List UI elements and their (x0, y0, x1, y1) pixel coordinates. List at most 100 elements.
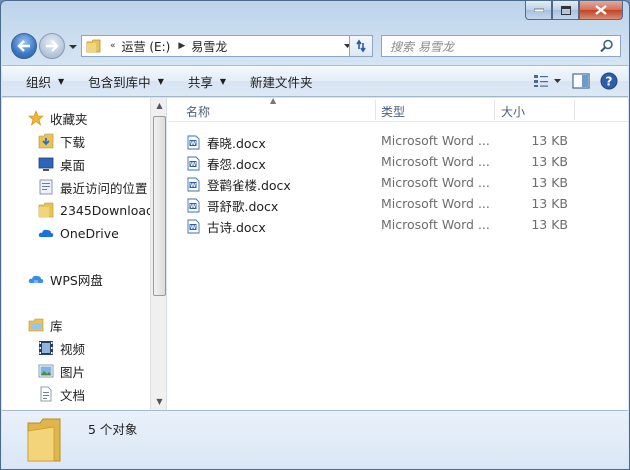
forward-button[interactable] (39, 33, 65, 59)
nav-2345downloads[interactable]: 2345Downloads (38, 200, 160, 220)
nav-favorites[interactable]: 收藏夹 (28, 108, 88, 128)
file-row[interactable]: W 登鹳雀楼.docx Microsoft Word ... 13 KB (168, 172, 628, 193)
nav-onedrive-label: OneDrive (60, 225, 119, 241)
include-in-library-menu[interactable]: 包含到库中 ▼ (88, 72, 164, 91)
file-name-cell: W 春晓.docx (186, 133, 266, 152)
file-type: Microsoft Word ... (381, 175, 490, 190)
scroll-thumb[interactable] (153, 116, 166, 296)
maximize-button[interactable] (552, 1, 579, 20)
caption-buttons (525, 1, 623, 21)
sort-ascending-icon: ▲ (270, 96, 277, 105)
folder-icon (86, 39, 101, 53)
video-icon (38, 340, 54, 356)
svg-text:W: W (190, 225, 196, 231)
view-dropdown-icon[interactable] (553, 77, 562, 85)
pictures-icon (38, 363, 54, 379)
svg-text:W: W (190, 204, 196, 210)
file-name: 登鹳雀楼.docx (207, 178, 291, 193)
navigation-pane[interactable]: 收藏夹 下载 桌面 最近访问的位置 2345Downloads OneDrive (2, 98, 167, 410)
share-menu[interactable]: 共享 ▼ (188, 72, 226, 91)
svg-text:W: W (190, 141, 196, 147)
close-button[interactable] (579, 1, 623, 20)
word-document-icon: W (187, 156, 200, 171)
nav-downloads-label: 下载 (60, 134, 86, 150)
svg-text:?: ? (606, 75, 613, 89)
file-name: 古诗.docx (207, 220, 266, 235)
file-type: Microsoft Word ... (381, 196, 490, 211)
onedrive-cloud-icon (38, 225, 54, 241)
column-header-type[interactable]: 类型 (381, 103, 405, 120)
recent-places-icon (38, 179, 54, 195)
view-controls: ? (523, 72, 618, 90)
nav-libraries[interactable]: 库 (28, 315, 63, 335)
star-icon (28, 110, 44, 126)
word-document-icon: W (187, 219, 200, 234)
file-name-cell: W 古诗.docx (186, 217, 266, 236)
wps-cloud-icon (28, 271, 44, 287)
file-size: 13 KB (531, 217, 568, 232)
column-divider[interactable] (494, 100, 495, 120)
column-header-size[interactable]: 大小 (501, 103, 525, 120)
preview-pane-icon[interactable] (572, 73, 590, 89)
command-bar: 组织 ▼ 包含到库中 ▼ 共享 ▼ 新建文件夹 ? (2, 65, 628, 97)
new-folder-button[interactable]: 新建文件夹 (250, 72, 313, 91)
dropdown-arrow-icon: ▼ (58, 76, 65, 86)
column-header-name[interactable]: 名称 (186, 103, 210, 120)
view-options-icon[interactable] (533, 74, 549, 88)
column-divider[interactable] (574, 100, 575, 120)
file-name: 春怨.docx (207, 157, 266, 172)
nav-desktop[interactable]: 桌面 (38, 154, 85, 174)
minimize-button[interactable] (525, 1, 552, 20)
nav-recent-places[interactable]: 最近访问的位置 (38, 177, 148, 197)
nav-libraries-label: 库 (50, 318, 63, 334)
column-header-row: ▲ 名称 类型 大小 (168, 96, 628, 122)
back-arrow-icon (17, 40, 30, 52)
file-size: 13 KB (531, 196, 568, 211)
nav-documents[interactable]: 文档 (38, 384, 85, 404)
help-icon[interactable]: ? (600, 72, 618, 90)
column-divider[interactable] (375, 100, 376, 120)
breadcrumb-separator-icon[interactable]: ▶ (178, 41, 185, 51)
back-button[interactable] (11, 33, 37, 59)
file-row[interactable]: W 古诗.docx Microsoft Word ... 13 KB (168, 214, 628, 235)
file-row[interactable]: W 春晓.docx Microsoft Word ... 13 KB (168, 130, 628, 151)
recent-pages-dropdown-icon[interactable] (68, 42, 78, 52)
nav-videos[interactable]: 视频 (38, 338, 85, 358)
scroll-down-icon[interactable]: ▼ (153, 396, 166, 408)
nav-pane-scrollbar[interactable]: ▲ ▼ (150, 98, 166, 410)
file-row[interactable]: W 哥舒歌.docx Microsoft Word ... 13 KB (168, 193, 628, 214)
file-name-cell: W 春怨.docx (186, 154, 266, 173)
file-size: 13 KB (531, 175, 568, 190)
nav-pictures[interactable]: 图片 (38, 361, 85, 381)
organize-menu[interactable]: 组织 ▼ (26, 72, 64, 91)
item-count: 5 个对象 (88, 422, 138, 437)
word-document-icon: W (187, 135, 200, 150)
address-bar[interactable]: « 运营 (E:) ▶ 易雪龙 (81, 35, 357, 57)
nav-wps-cloud[interactable]: WPS网盘 (28, 269, 103, 289)
svg-text:W: W (190, 183, 196, 189)
libraries-icon (28, 317, 44, 333)
include-in-library-label: 包含到库中 (88, 74, 151, 90)
desktop-icon (38, 156, 54, 172)
folder-icon (38, 202, 54, 218)
nav-documents-label: 文档 (60, 387, 86, 403)
file-list-pane[interactable]: ▲ 名称 类型 大小 W 春晓.docx Microsoft Word ... … (168, 96, 628, 410)
dropdown-arrow-icon: ▼ (219, 76, 227, 86)
search-box[interactable]: 搜索 易雪龙 (381, 35, 621, 57)
refresh-button[interactable] (349, 35, 373, 57)
breadcrumb-folder[interactable]: 易雪龙 (191, 38, 227, 55)
share-label: 共享 (187, 74, 213, 90)
nav-desktop-label: 桌面 (60, 157, 86, 173)
file-name: 哥舒歌.docx (207, 199, 279, 214)
file-size: 13 KB (531, 133, 568, 148)
nav-onedrive[interactable]: OneDrive (38, 223, 119, 243)
svg-text:W: W (190, 162, 196, 168)
file-row[interactable]: W 春怨.docx Microsoft Word ... 13 KB (168, 151, 628, 172)
scroll-up-icon[interactable]: ▲ (153, 100, 166, 112)
details-pane: 5 个对象 (2, 410, 628, 469)
search-icon[interactable] (600, 39, 614, 53)
breadcrumb-drive[interactable]: 运营 (E:) (122, 38, 171, 55)
dropdown-arrow-icon: ▼ (157, 76, 164, 86)
breadcrumb-overflow[interactable]: « (110, 41, 116, 51)
nav-downloads[interactable]: 下载 (38, 131, 85, 151)
